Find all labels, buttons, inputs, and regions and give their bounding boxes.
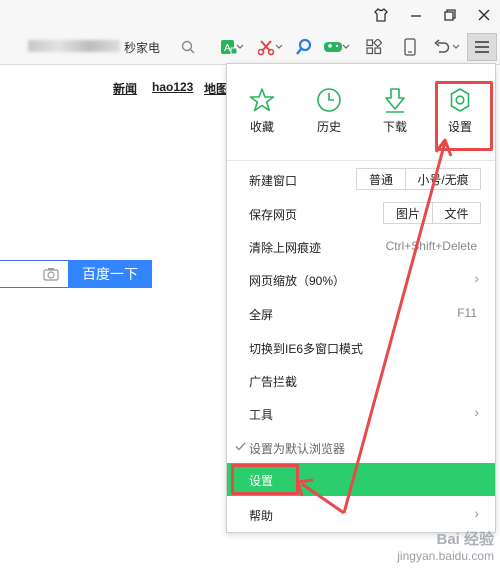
arrow-to-settings-icon — [342, 141, 447, 514]
watermark: Bai 经验 jingyan.baidu.com — [397, 528, 494, 563]
watermark-logo: Bai 经验 — [436, 531, 494, 548]
arrow-to-settings-row — [301, 482, 345, 515]
annotation-arrows — [296, 138, 453, 515]
watermark-url: jingyan.baidu.com — [397, 549, 494, 563]
